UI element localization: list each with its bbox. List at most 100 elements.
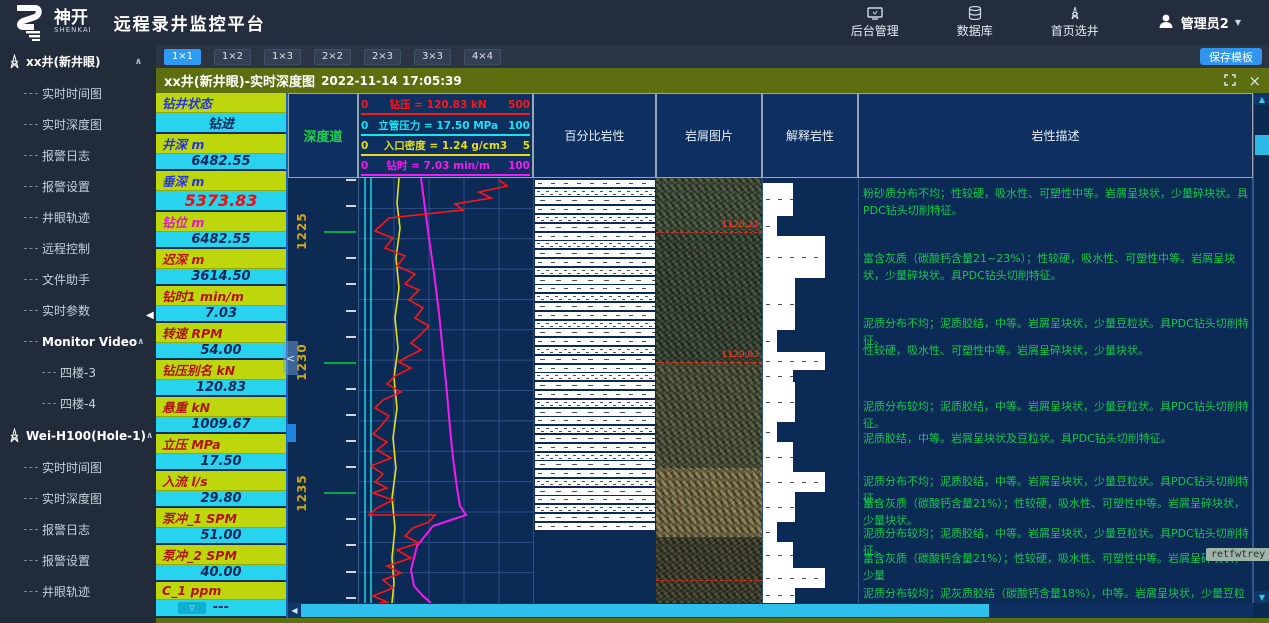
save-template-button[interactable]: 保存模板 [1200, 48, 1262, 65]
interpreted-lithology-bar [763, 472, 825, 492]
derrick-icon [8, 54, 21, 69]
tree-dash [24, 248, 38, 249]
parameter-6: 转速 RPM54.00 [156, 323, 286, 360]
parameter-13: C_1 ppm▽--- [156, 582, 286, 618]
layout-button-2×2[interactable]: 2×2 [314, 49, 351, 65]
sidebar-item-label: 实时深度图 [42, 490, 102, 507]
sidebar-item-label: 井眼轨迹 [42, 209, 90, 226]
lithology-percent-row [535, 250, 655, 257]
lithology-percent-row [535, 453, 655, 460]
horizontal-scroll-thumb[interactable] [301, 604, 989, 617]
sidebar-item-10[interactable]: 四楼-3 [0, 357, 156, 388]
sidebar-collapse-icon[interactable]: ◀ [146, 310, 154, 321]
sidebar-item-13[interactable]: 实时时间图 [0, 452, 156, 483]
nav-database[interactable]: 数据库 [957, 6, 993, 39]
curve-legend-0: 0钻压 = 120.83 kN500 [361, 95, 530, 115]
interpreted-lithology-bar [763, 278, 795, 330]
parameter-value: 51.00 [156, 528, 286, 543]
sidebar-item-label: 井眼轨迹 [42, 583, 90, 600]
lithology-percent-row [535, 417, 655, 424]
close-icon[interactable]: × [1248, 75, 1261, 87]
brand-name-en: SHENKAI [54, 26, 92, 34]
scroll-up-icon[interactable]: ▲ [1254, 93, 1269, 105]
layout-button-3×3[interactable]: 3×3 [414, 49, 451, 65]
collapse-chevron-icon[interactable]: ∧ [146, 431, 153, 441]
depth-minor-tick [346, 466, 356, 468]
sidebar-item-11[interactable]: 四楼-4 [0, 388, 156, 419]
parameter-value: 17.50 [156, 454, 286, 469]
lithology-percent-row [535, 409, 655, 416]
panel-bottom-border [156, 618, 1269, 623]
tree-dash [24, 341, 38, 342]
scrollbar-corner [1253, 603, 1269, 618]
layout-toolbar: 1×1 1×2 1×3 2×2 2×3 3×3 4×4 保存模板 [156, 45, 1269, 68]
sidebar-item-3[interactable]: 报警日志 [0, 140, 156, 171]
cuttings-photo-band [656, 468, 762, 537]
parameter-label: 钻位 m [156, 212, 286, 232]
parameter-value: 钻进 [156, 113, 286, 132]
sidebar-well-12[interactable]: Wei-H100(Hole-1)∧ [0, 419, 156, 452]
nav-backend-admin[interactable]: 后台管理 [851, 7, 899, 39]
sidebar-item-4[interactable]: 报警设置 [0, 171, 156, 202]
horizontal-scrollbar[interactable]: ◀ ▶ [288, 603, 1269, 618]
tree-dash [24, 498, 38, 499]
tree-dash [24, 124, 38, 125]
vertical-scroll-thumb[interactable] [1255, 135, 1269, 155]
column-header-cuttings-photo: 岩屑图片 [656, 93, 762, 178]
layout-button-2×3[interactable]: 2×3 [364, 49, 401, 65]
sidebar-item-2[interactable]: 实时深度图 [0, 109, 156, 140]
parameter-value: 3614.50 [156, 269, 286, 284]
layout-button-1×3[interactable]: 1×3 [264, 49, 301, 65]
depth-label: 1235 [295, 474, 309, 511]
sidebar-item-8[interactable]: 实时参数 [0, 295, 156, 326]
nav-home-well-select[interactable]: 首页选井 [1051, 6, 1099, 39]
sidebar-well-0[interactable]: xx井(新井眼)∧ [0, 45, 156, 78]
parameter-5: 钻时1 min/m7.03 [156, 286, 286, 323]
sidebar-item-label: 实时参数 [42, 302, 90, 319]
lithology-description-text: 富含灰质（碳酸钙含量21%）；性较硬，吸水性、可塑性中等。岩屑呈碎块状，少量块状… [863, 495, 1249, 529]
realtime-parameter-list: 钻井状态钻进井深 m6482.55垂深 m5373.83钻位 m6482.55迟… [156, 93, 288, 618]
fullscreen-icon[interactable] [1224, 71, 1236, 90]
sidebar-item-7[interactable]: 文件助手 [0, 264, 156, 295]
sidebar-item-6[interactable]: 远程控制 [0, 233, 156, 264]
collapse-chevron-icon[interactable]: ∧ [135, 57, 142, 67]
panel-collapse-handle[interactable]: < [283, 341, 298, 375]
sidebar-item-1[interactable]: 实时时间图 [0, 78, 156, 109]
lithology-percent-row [535, 461, 655, 468]
sidebar-item-5[interactable]: 井眼轨迹 [0, 202, 156, 233]
user-menu[interactable]: 管理员2 ▼ [1157, 12, 1241, 34]
sidebar-item-16[interactable]: 报警设置 [0, 545, 156, 576]
lithology-percent-row [535, 312, 655, 319]
layout-button-1×2[interactable]: 1×2 [214, 49, 251, 65]
lithology-description-column: 粉砂质分布不均；性较硬，吸水性、可塑性中等。岩屑呈块状，少量碎块状。具PDC钻头… [858, 178, 1253, 603]
sidebar-item-14[interactable]: 实时深度图 [0, 483, 156, 514]
interpreted-lithology-bar [763, 588, 795, 603]
tree-dash [42, 403, 56, 404]
interpreted-lithology-bar [763, 352, 825, 370]
cuttings-photo-band [656, 362, 762, 468]
parameter-label: 立压 MPa [156, 434, 286, 454]
left-scroll-fragment[interactable] [287, 424, 296, 442]
percent-lithology-column [533, 178, 656, 603]
depth-minor-tick [346, 440, 356, 442]
parameter-value: 40.00 [156, 565, 286, 580]
parameter-0: 钻井状态钻进 [156, 93, 286, 134]
lithology-percent-row [535, 206, 655, 213]
interpreted-lithology-bar [763, 236, 825, 278]
interpreted-lithology-bar [763, 542, 793, 568]
layout-button-4×4[interactable]: 4×4 [464, 49, 501, 65]
lithology-percent-row [535, 180, 655, 187]
photo-depth-line [656, 232, 762, 233]
collapse-chevron-icon[interactable]: ∧ [137, 337, 144, 347]
parameter-dropdown-button[interactable]: ▽ [178, 602, 206, 614]
sidebar-item-17[interactable]: 井眼轨迹 [0, 576, 156, 607]
tree-dash [24, 467, 38, 468]
scroll-left-icon[interactable]: ◀ [288, 603, 301, 618]
vertical-scrollbar[interactable]: ▲ ▼ [1253, 93, 1269, 603]
scroll-down-icon[interactable]: ▼ [1254, 591, 1269, 603]
layout-button-1×1[interactable]: 1×1 [164, 49, 201, 65]
interpreted-lithology-bar [763, 370, 793, 382]
sidebar-item-15[interactable]: 报警日志 [0, 514, 156, 545]
sidebar-item-9[interactable]: Monitor Video∧ [0, 326, 156, 357]
column-header-interpreted-lithology: 解释岩性 [762, 93, 858, 178]
